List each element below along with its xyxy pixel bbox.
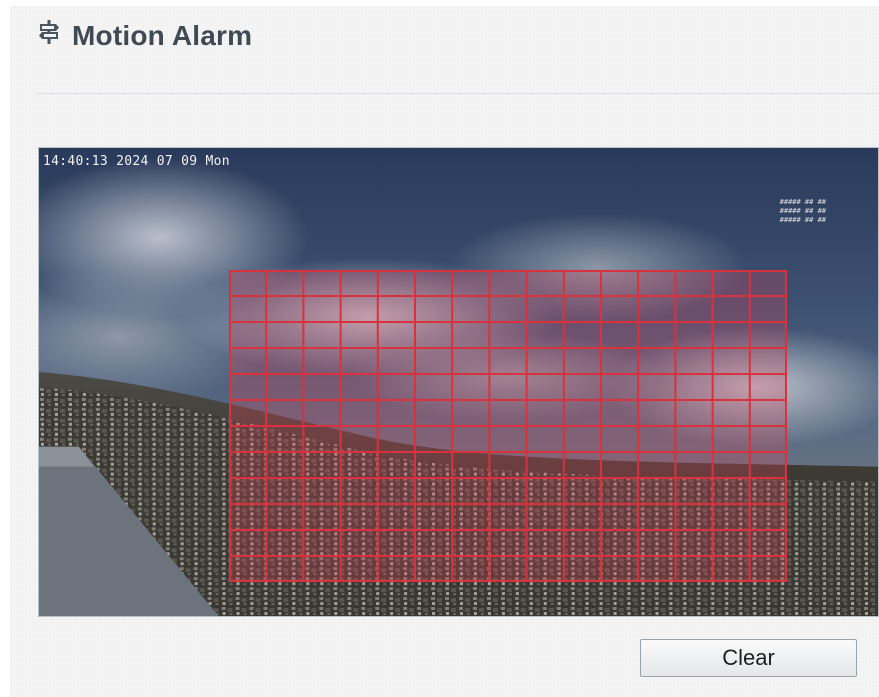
live-video-preview[interactable]: 14:40:13 2024 07 09 Mon ##### ## ## ####… [38,147,879,617]
header-divider [36,93,879,94]
osd-side-text: ##### ## ## ##### ## ## ##### ## ## [779,198,826,224]
signpost-icon [39,20,59,44]
clear-button[interactable]: Clear [640,639,857,677]
page-title: Motion Alarm [72,20,253,51]
motion-detection-grid[interactable] [229,270,787,582]
osd-timestamp: 14:40:13 2024 07 09 Mon [43,154,230,169]
section-header: Motion Alarm [36,14,252,58]
